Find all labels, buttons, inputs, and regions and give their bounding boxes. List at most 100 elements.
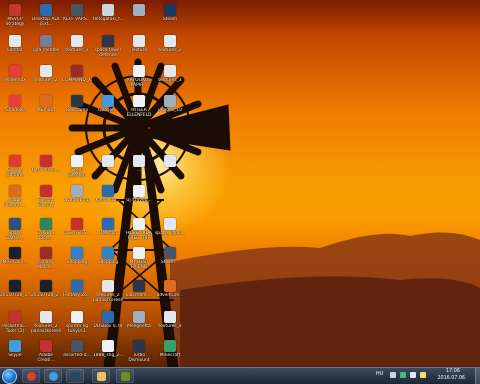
desktop-icon[interactable]: 20150728_2... [31, 278, 61, 308]
desktop-icon[interactable]: Bootcamp [62, 93, 92, 123]
desktop-icon[interactable]: assorted-d... [62, 338, 92, 367]
desktop-icon[interactable]: MEmuUI [31, 93, 61, 123]
desktop-icon-label: spiritm ég tunyia 1 [65, 324, 89, 334]
desktop-icon[interactable]: textures_2 [62, 33, 92, 63]
flag-icon[interactable] [420, 372, 426, 378]
desktop-icon[interactable]: Adobe Creati... [31, 338, 61, 367]
app-icon [102, 4, 114, 16]
desktop-icon[interactable]: 20150728_1... [0, 278, 30, 308]
app-icon [102, 311, 114, 323]
desktop-icon[interactable]: Avidemux [0, 63, 30, 93]
app-icon [71, 340, 83, 352]
desktop-icon-label: Desktop ADL (Ext... [31, 17, 61, 27]
desktop-icon-label: 20150728_1... [0, 293, 30, 298]
desktop-icon[interactable]: textures_4 [155, 309, 185, 339]
app-icon [102, 280, 114, 292]
desktop-icon[interactable]: Menghetta [124, 309, 154, 339]
desktop-icon-label: ... [167, 168, 173, 173]
desktop-icon[interactable]: Google... [93, 93, 123, 123]
language-indicator[interactable]: HU [376, 372, 383, 378]
desktop-icon[interactable]: Skype [0, 338, 30, 367]
desktop-icon[interactable]: ujra mentés [31, 33, 61, 63]
desktop-icon[interactable]: Nitro Pro 9 ... [31, 153, 61, 183]
desktop-icon[interactable]: ... [155, 153, 185, 183]
chrome-taskbar-button[interactable] [22, 369, 40, 383]
desktop-icon[interactable]: MP3 Gain... [0, 245, 30, 275]
desktop-icon[interactable]: DOSBox 0.74 [93, 309, 123, 339]
desktop-icon[interactable]: Turbo Dismount [124, 338, 154, 367]
desktop-icon[interactable]: Pocketmo... Tools (2) [0, 309, 30, 339]
desktop-icon[interactable]: MSVCP Strategy Bo... [0, 2, 30, 32]
desktop-icon[interactable]: Desktop [93, 216, 123, 246]
desktop-icon[interactable]: Desktop ADL (Ext... [31, 2, 61, 32]
desktop-icon[interactable] [124, 2, 154, 32]
desktop-icon[interactable]: textures_2 panaszkeresés [93, 278, 123, 308]
app-icon [133, 35, 145, 47]
network-icon[interactable] [400, 372, 406, 378]
desktop-icon[interactable]: kab mom ... [124, 278, 154, 308]
clock-time[interactable]: 17:06 [434, 369, 472, 375]
taskbar: HU 17:06 2016.07.06. [0, 367, 480, 384]
show-desktop-button[interactable] [475, 368, 480, 384]
desktop-icon[interactable]: images_10 [155, 93, 185, 123]
clock-date[interactable]: 2016.07.06. [430, 376, 474, 382]
desktop-icon[interactable]: HOBBY ADK FREE TRIP [124, 216, 154, 246]
desktop-icon[interactable]: fShadows [0, 93, 30, 123]
desktop-icon[interactable]: KEFF VARS... [62, 2, 92, 32]
desktop-icon[interactable]: Textúra [124, 33, 154, 63]
desktop-icon[interactable]: Shopping [62, 245, 92, 275]
desktop-icon[interactable]: Eredi Gerefen Kaland... [62, 153, 92, 183]
desktop-icon[interactable]: space_kalau... [155, 216, 185, 246]
desktop-icon[interactable]: textures_3 [155, 63, 185, 93]
desktop-icon[interactable]: spiritm ég tunyia 1 [62, 309, 92, 339]
desktop-icon-label: Menghetta [127, 324, 151, 329]
desktop-icon-label: Desktop [98, 231, 118, 236]
desktop-icon-label: MY BEST FRIEND [129, 260, 149, 270]
desktop-icon[interactable]: space tower defense [93, 33, 123, 63]
desktop-icon[interactable]: textures_2 [155, 33, 185, 63]
tray-arrow-icon[interactable] [390, 372, 396, 378]
minecraft-taskbar-button[interactable] [116, 369, 134, 383]
steam-taskbar-button[interactable] [66, 369, 84, 383]
desktop-icon-label: Shopping [97, 260, 119, 265]
desktop-icon[interactable]: Új szöveg... [124, 183, 154, 213]
desktop-icon[interactable]: HITLER ELLENFELD [124, 93, 154, 123]
desktop-icon-label: Bootcamp [65, 108, 89, 113]
desktop-icon[interactable]: COMMAND_X... [62, 63, 92, 93]
desktop-icon[interactable]: Kanál szó... [93, 183, 123, 213]
app-icon [164, 311, 176, 323]
desktop-icon[interactable]: ... [93, 153, 123, 183]
desktop-icon[interactable]: DOSBox Tools... [31, 216, 61, 246]
desktop-icon[interactable]: Space Battle... [0, 216, 30, 246]
desktop-icon[interactable]: Format Factory [31, 183, 61, 213]
app-icon [133, 185, 145, 197]
desktop-icon-label: Adobe Illustrat... [4, 198, 26, 208]
desktop-icon[interactable]: adventure... [155, 278, 185, 308]
desktop-icon[interactable]: textures_2 [31, 63, 61, 93]
desktop-icon-label: Shopping [66, 260, 88, 265]
desktop-icon[interactable]: Shopping [93, 245, 123, 275]
app-icon [40, 218, 52, 230]
desktop-icon[interactable]: Minecraft [155, 338, 185, 367]
desktop-icon[interactable]: Lomtár [0, 33, 30, 63]
desktop-icon[interactable]: Adobe Illustrat... [0, 183, 30, 213]
explorer-taskbar-button[interactable] [92, 369, 110, 383]
desktop-icon[interactable]: KATOLIKUS PAPIR... [124, 63, 154, 93]
start-button[interactable] [2, 369, 17, 384]
skype-taskbar-button[interactable] [44, 369, 62, 383]
desktop-icon[interactable]: avatar.bmp [62, 183, 92, 213]
desktop-icon[interactable]: ... [124, 153, 154, 183]
desktop-icon[interactable]: Fantasy Zo... [62, 278, 92, 308]
desktop-icon[interactable]: textures_2 panaszkeresé [31, 309, 61, 339]
desktop-icon-label: textures_3 [158, 78, 182, 83]
desktop-icon[interactable]: Galaxy Marco... [31, 245, 61, 275]
desktop-icon[interactable]: Steam... [155, 245, 185, 275]
desktop-icon[interactable]: CREATEGS... [62, 216, 92, 246]
desktop-icon[interactable]: Google Chrome [0, 153, 30, 183]
volume-icon[interactable] [410, 372, 416, 378]
desktop-icon-label: ... [105, 168, 111, 173]
desktop-icon[interactable]: felfogatasi_f... [93, 2, 123, 32]
desktop-icon[interactable]: MY BEST FRIEND [124, 245, 154, 275]
desktop-icon[interactable]: 1888_shg_2... [93, 338, 123, 367]
desktop-icon[interactable]: Steam [155, 2, 185, 32]
